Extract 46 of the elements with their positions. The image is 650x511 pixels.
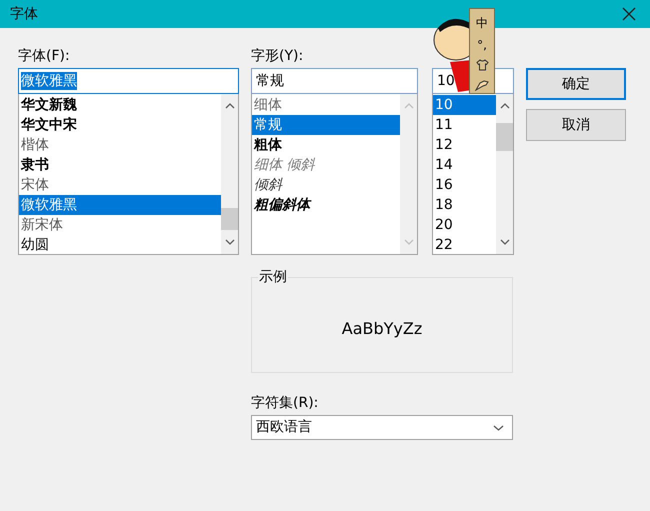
scroll-down-icon[interactable] <box>500 239 510 245</box>
group-legend: 示例 <box>258 268 288 286</box>
scroll-thumb[interactable] <box>496 123 513 151</box>
scroll-up-icon[interactable] <box>500 103 510 109</box>
list-item[interactable]: 宋体 <box>19 175 221 195</box>
style-field[interactable]: 常规 <box>251 68 418 94</box>
charset-dropdown[interactable]: 西欧语言 <box>251 415 513 440</box>
window-title: 字体 <box>10 4 38 24</box>
close-icon[interactable] <box>622 7 636 21</box>
ime-button[interactable]: °, <box>477 37 487 53</box>
list-item[interactable]: 倾斜 <box>252 175 400 195</box>
list-item[interactable]: 20 <box>433 215 496 235</box>
list-item[interactable]: 隶书 <box>19 155 221 175</box>
list-item[interactable]: 22 <box>433 235 496 255</box>
scrollbar[interactable] <box>221 94 238 254</box>
list-item[interactable]: 14 <box>433 155 496 175</box>
sample-text: AaBbYyZz <box>342 318 422 340</box>
scrollbar[interactable] <box>496 94 513 254</box>
list-item[interactable]: 微软雅黑 <box>19 195 221 215</box>
list-item[interactable]: 10 <box>433 95 496 115</box>
scroll-thumb[interactable] <box>221 208 238 230</box>
list-item[interactable]: 粗偏斜体 <box>252 195 400 215</box>
ok-button[interactable]: 确定 <box>526 68 626 100</box>
ime-button[interactable]: 中 <box>476 15 488 31</box>
list-item[interactable]: 11 <box>433 115 496 135</box>
list-item[interactable]: 粗体 <box>252 135 400 155</box>
font-field[interactable]: 微软雅黑 <box>18 68 239 94</box>
cancel-button[interactable]: 取消 <box>526 109 626 141</box>
chevron-down-icon <box>493 424 504 430</box>
field-label: 字符集(R): <box>251 394 320 413</box>
list-item[interactable]: 16 <box>433 175 496 195</box>
list-item[interactable]: 华文中宋 <box>19 115 221 135</box>
scroll-up-icon[interactable] <box>224 103 234 109</box>
list-item[interactable]: 12 <box>433 135 496 155</box>
list-item[interactable]: 新宋体 <box>19 215 221 235</box>
field-label: 字形(Y): <box>251 47 304 66</box>
list-item[interactable]: 常规 <box>252 115 400 135</box>
field-label: 字体(F): <box>18 47 71 66</box>
list-item[interactable]: 华文新魏 <box>19 95 221 115</box>
list-item[interactable]: 细体 倾斜 <box>252 155 400 175</box>
scroll-down-icon[interactable] <box>224 239 234 245</box>
list-item[interactable]: 18 <box>433 195 496 215</box>
list-item[interactable]: 楷体 <box>19 135 221 155</box>
shirt-icon[interactable] <box>476 59 488 71</box>
list-item[interactable]: 幼圆 <box>19 235 221 255</box>
list-item[interactable]: 细体 <box>252 95 400 115</box>
